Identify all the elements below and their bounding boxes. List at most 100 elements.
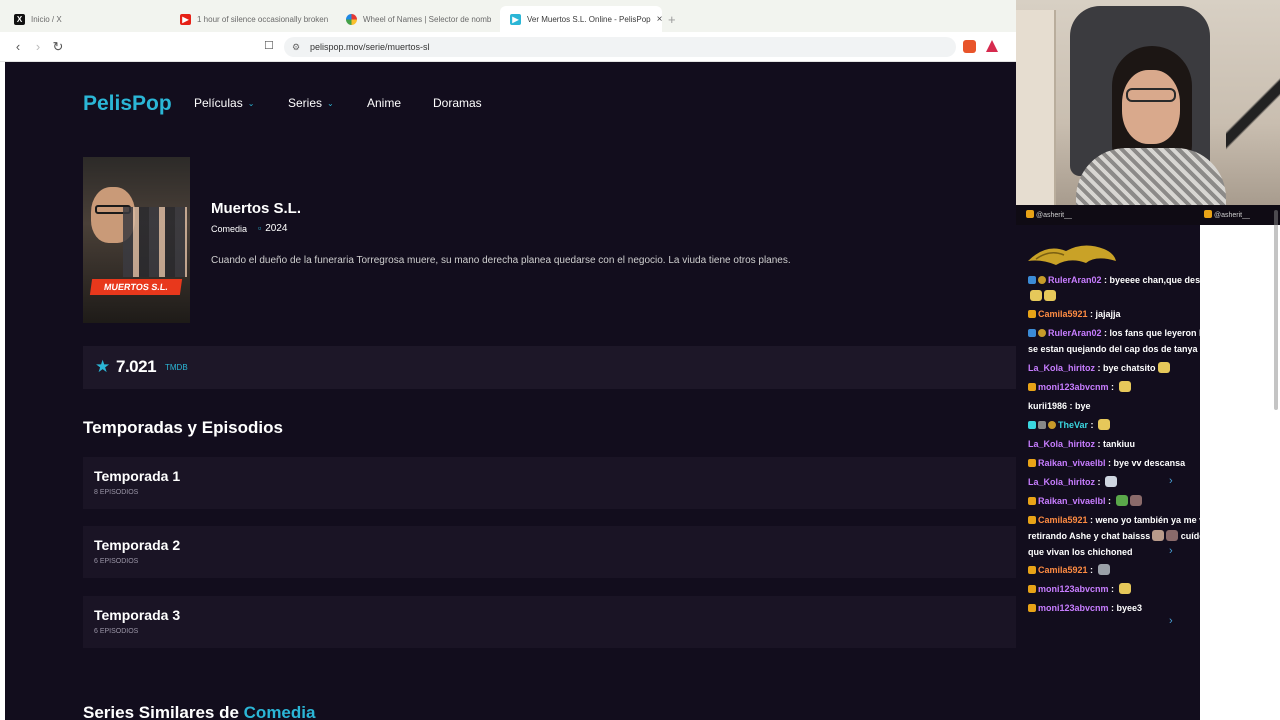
badge-icon: [1028, 329, 1036, 337]
poster-title: MUERTOS S.L.: [89, 279, 183, 295]
emote-icon: [1115, 495, 1128, 506]
bookmark-icon[interactable]: ☐: [264, 39, 274, 52]
chat-message: RulerAran02 : los fans que leyeron la no…: [1028, 328, 1238, 354]
rating-value: 7.021: [116, 357, 157, 376]
star-icon: ★: [95, 357, 111, 376]
chevron-right-icon: ›: [1169, 475, 1173, 487]
close-tab-icon[interactable]: ×: [657, 14, 662, 25]
chat-message: Raikan_vivaelbl :: [1028, 493, 1274, 509]
dragon-emote-icon: [1028, 245, 1116, 265]
chat-message: Camila5921 :: [1028, 562, 1274, 578]
season-name: Temporada 3: [94, 607, 181, 623]
brave-shield-icon[interactable]: [963, 40, 976, 53]
show-poster: MUERTOS S.L.: [83, 157, 190, 323]
instagram-handle: @asherit__: [1026, 210, 1072, 219]
chat-message: Camila5921 : weno yo también ya me voy r…: [1028, 515, 1220, 557]
chat-message: TheVar :: [1028, 417, 1274, 433]
emote-icon: [1118, 583, 1131, 594]
back-icon[interactable]: ‹: [10, 39, 26, 55]
nav-label: Películas: [194, 96, 243, 110]
emote-icon: [1157, 362, 1170, 373]
tab-label: Inicio / X: [31, 14, 62, 24]
season-name: Temporada 1: [94, 468, 181, 484]
brave-rewards-icon[interactable]: [986, 40, 998, 52]
seasons-title: Temporadas y Episodios: [83, 418, 283, 437]
webcam-door: [1016, 10, 1056, 205]
badge-icon: [1028, 276, 1036, 284]
webcam-mic-stand: [1226, 70, 1280, 170]
badge-icon: [1028, 566, 1036, 574]
emote-icon: [1129, 495, 1142, 506]
pelispop-icon: ▶: [510, 13, 521, 25]
wheel-icon: [346, 13, 357, 25]
webcam-sweater: [1076, 148, 1226, 205]
browser-chrome: X Inicio / X ▶ 1 hour of silence occasio…: [0, 0, 1016, 62]
episode-count: 6 EPISODIOS: [94, 558, 139, 565]
scrollbar[interactable]: [1274, 210, 1278, 410]
emote-icon: [1097, 564, 1110, 575]
season-item-2[interactable]: Temporada 2 6 EPISODIOS: [83, 526, 1016, 578]
tab-label: 1 hour of silence occasionally broken: [197, 14, 329, 24]
similar-series-title: Series Similares de Comedia: [83, 703, 315, 720]
badge-icon: [1038, 276, 1046, 284]
emote-icon: [1118, 381, 1131, 392]
tab-pelispop[interactable]: ▶ Ver Muertos S.L. Online - PelisPop ×: [500, 6, 662, 32]
chat-message: La_Kola_hiritoz : bye chatsito: [1028, 360, 1274, 376]
nav-series[interactable]: Series ⌄: [288, 96, 334, 110]
nav-doramas[interactable]: Doramas: [433, 96, 482, 110]
season-item-1[interactable]: Temporada 1 8 EPISODIOS: [83, 457, 1016, 509]
chat-message: RulerAran02 : byeeee chan,que descanses: [1028, 272, 1274, 304]
nav-peliculas[interactable]: Películas ⌄: [194, 96, 254, 110]
similar-prefix: Series Similares de: [83, 703, 244, 720]
calendar-icon: ▫: [258, 223, 262, 233]
site-settings-icon[interactable]: ⚙: [292, 37, 300, 57]
episode-count: 8 EPISODIOS: [94, 489, 139, 496]
new-tab-button[interactable]: +: [668, 12, 676, 27]
nav-label: Anime: [367, 96, 402, 110]
badge-icon: [1028, 383, 1036, 391]
emote-icon: [1105, 476, 1118, 487]
tab-label: Wheel of Names | Selector de nomb: [363, 14, 492, 24]
chat-message: La_Kola_hiritoz : tankiuu: [1028, 439, 1136, 449]
season-name: Temporada 2: [94, 537, 181, 553]
site-logo[interactable]: PelisPop: [83, 92, 172, 116]
twitter-handle: @asherit__: [1204, 210, 1250, 219]
address-bar[interactable]: ⚙ pelispop.mov/serie/muertos-sl: [284, 37, 956, 57]
chat-message: Camila5921 : jajajja: [1028, 306, 1274, 322]
nav-label: Series: [288, 96, 323, 110]
badge-icon: [1028, 585, 1036, 593]
youtube-icon: ▶: [180, 13, 191, 25]
nav-anime[interactable]: Anime: [367, 96, 401, 110]
tab-wheel-of-names[interactable]: Wheel of Names | Selector de nomb: [336, 6, 496, 32]
chevron-down-icon: ⌄: [247, 98, 255, 108]
chat-message: moni123abvcnm : byee3: [1028, 600, 1274, 616]
tab-x[interactable]: X Inicio / X: [4, 6, 164, 32]
nav-label: Doramas: [433, 96, 482, 110]
web-page: PelisPop Películas ⌄ Series ⌄ Anime Dora…: [5, 62, 1016, 720]
stream-chat: RulerAran02 : byeeee chan,que descanses …: [1016, 225, 1280, 720]
badge-icon: [1028, 516, 1036, 524]
badge-icon: [1038, 329, 1046, 337]
forward-icon[interactable]: ›: [30, 39, 46, 55]
emote-icon: [1166, 530, 1179, 541]
reload-icon[interactable]: ↻: [50, 39, 66, 55]
toolbar: ‹ › ↻ ☐ ⚙ pelispop.mov/serie/muertos-sl: [0, 32, 1016, 62]
chevron-right-icon: ›: [1169, 545, 1173, 557]
season-item-3[interactable]: Temporada 3 6 EPISODIOS: [83, 596, 1016, 648]
emote-icon: [1098, 419, 1111, 430]
badge-icon: [1038, 421, 1046, 429]
webcam-feed: [1016, 0, 1280, 205]
tab-youtube[interactable]: ▶ 1 hour of silence occasionally broken: [170, 6, 330, 32]
badge-icon: [1028, 310, 1036, 318]
url-text: pelispop.mov/serie/muertos-sl: [310, 42, 430, 52]
badge-icon: [1028, 459, 1036, 467]
genre-link[interactable]: Comedia: [211, 224, 247, 234]
show-title: Muertos S.L.: [211, 200, 302, 217]
rating-bar: ★ 7.021 TMDB: [83, 346, 1016, 389]
year-text: 2024: [265, 223, 288, 234]
similar-genre[interactable]: Comedia: [244, 703, 316, 720]
chat-message: La_Kola_hiritoz :: [1028, 474, 1274, 490]
show-description: Cuando el dueño de la funeraria Torregro…: [211, 255, 791, 266]
chat-message: Raikan_vivaelbl : bye vv descansa: [1028, 455, 1274, 471]
poster-cast: [123, 207, 187, 277]
